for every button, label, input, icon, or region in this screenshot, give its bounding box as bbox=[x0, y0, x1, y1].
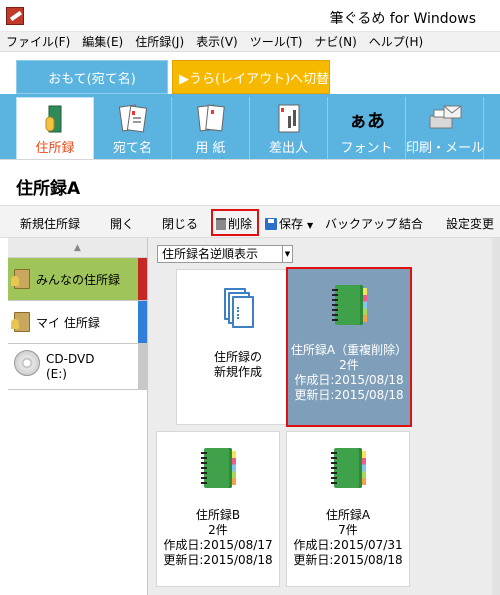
merge-button[interactable]: 結合 bbox=[399, 215, 423, 232]
card-updated: 更新日:2015/08/18 bbox=[294, 388, 404, 402]
card-count: 2件 bbox=[208, 523, 228, 537]
new-document-icon bbox=[218, 282, 258, 338]
ribbon-label-sender: 差出人 bbox=[268, 141, 308, 156]
address-book-icon bbox=[329, 281, 369, 337]
menu-edit[interactable]: 編集(E) bbox=[82, 33, 123, 50]
menu-navi[interactable]: ナビ(N) bbox=[314, 33, 356, 50]
ribbon-label-paper: 用 紙 bbox=[195, 141, 226, 156]
sidebar-label-everyone: みんなの住所録 bbox=[36, 272, 121, 287]
sidebar-item-cd-dvd[interactable]: CD-DVD (E:) bbox=[8, 344, 147, 390]
window-title: 筆ぐるめ for Windows bbox=[329, 11, 476, 27]
sidebar-item-my[interactable]: マイ 住所録 bbox=[8, 301, 147, 344]
sort-order-value: 住所録名逆順表示 bbox=[162, 247, 259, 261]
card-line: 住所録の bbox=[213, 350, 262, 364]
address-book-grid: 住所録名逆順表示 ▼ 住所録の 新規作成 住所録A（重複削除） 2件 作成日:2… bbox=[148, 238, 500, 595]
settings-button[interactable]: 設定変更 bbox=[446, 215, 494, 232]
printer-mail-icon bbox=[429, 105, 461, 129]
save-button[interactable]: 保存 ▼ bbox=[265, 215, 313, 232]
menu-tools[interactable]: ツール(T) bbox=[250, 33, 303, 50]
ribbon-print-mail-button[interactable]: 印刷・メール bbox=[406, 97, 484, 159]
font-icon: ぁあ bbox=[349, 111, 385, 132]
address-book-card-a-dedup[interactable]: 住所録A（重複削除） 2件 作成日:2015/08/18 更新日:2015/08… bbox=[286, 267, 412, 427]
paper-icon bbox=[196, 104, 225, 132]
disc-icon bbox=[14, 350, 40, 376]
card-created: 作成日:2015/08/18 bbox=[294, 373, 404, 387]
ribbon-sender-button[interactable]: 差出人 bbox=[250, 97, 328, 159]
card-count: 2件 bbox=[339, 358, 359, 372]
ribbon-label-addressee: 宛て名 bbox=[112, 141, 152, 156]
page-title: 住所録A bbox=[16, 179, 81, 199]
new-address-book-card[interactable]: 住所録の 新規作成 bbox=[176, 269, 300, 425]
card-created: 作成日:2015/08/17 bbox=[163, 538, 273, 552]
sidebar: ▲ みんなの住所録 マイ 住所録 CD-DVD (E:) bbox=[8, 238, 148, 595]
title-bar: 筆ぐるめ for Windows bbox=[0, 0, 500, 32]
card-title: 住所録A bbox=[325, 508, 371, 522]
menu-help[interactable]: ヘルプ(H) bbox=[369, 33, 423, 50]
sidebar-item-everyone[interactable]: みんなの住所録 bbox=[8, 258, 147, 301]
address-book-icon bbox=[45, 105, 62, 133]
save-dropdown-icon[interactable]: ▼ bbox=[307, 221, 313, 230]
chevron-down-icon: ▼ bbox=[282, 246, 292, 262]
vertical-scrollbar[interactable] bbox=[492, 238, 500, 595]
address-book-icon bbox=[328, 444, 368, 500]
toolbar: 新規住所録 開く 閉じる 削除 保存 ▼ バックアップ 結合 設定変更 bbox=[0, 205, 500, 238]
sort-order-select[interactable]: 住所録名逆順表示 ▼ bbox=[157, 245, 293, 263]
mode-bar: おもて(宛て名) ▶うら(レイアウト)へ切替 bbox=[0, 52, 500, 97]
address-book-icon bbox=[198, 444, 238, 500]
svg-text:ぁあ: ぁあ bbox=[349, 111, 385, 132]
my-address-book-icon bbox=[11, 312, 30, 332]
open-button[interactable]: 開く bbox=[110, 215, 134, 232]
delete-label: 削除 bbox=[228, 217, 253, 231]
card-title: 住所録A（重複削除） bbox=[290, 343, 408, 357]
sidebar-label-drive: (E:) bbox=[46, 367, 67, 381]
ribbon-address-book-button[interactable]: 住所録 bbox=[16, 97, 94, 159]
card-line: 新規作成 bbox=[213, 365, 262, 379]
app-icon bbox=[6, 7, 24, 25]
tab-front-address[interactable]: おもて(宛て名) bbox=[16, 60, 168, 94]
tab-switch-back-layout[interactable]: ▶うら(レイアウト)へ切替 bbox=[172, 60, 330, 94]
delete-button[interactable]: 削除 bbox=[216, 215, 252, 232]
sidebar-label-my: マイ 住所録 bbox=[36, 315, 100, 330]
card-count: 7件 bbox=[338, 523, 358, 537]
ribbon-label-font: フォント bbox=[340, 141, 393, 156]
menu-file[interactable]: ファイル(F) bbox=[6, 33, 70, 50]
address-book-card-b[interactable]: 住所録B 2件 作成日:2015/08/17 更新日:2015/08/18 bbox=[156, 431, 280, 587]
ribbon-paper-button[interactable]: 用 紙 bbox=[172, 97, 250, 159]
card-updated: 更新日:2015/08/18 bbox=[293, 553, 403, 567]
backup-button[interactable]: バックアップ bbox=[325, 215, 397, 232]
trash-icon bbox=[216, 218, 226, 230]
postcard-icon bbox=[118, 104, 147, 133]
sidebar-color-bar bbox=[138, 258, 147, 300]
ribbon-addressee-button[interactable]: 宛て名 bbox=[94, 97, 172, 159]
shared-address-book-icon bbox=[11, 269, 30, 289]
save-label: 保存 bbox=[279, 217, 304, 231]
menu-address-book[interactable]: 住所録(J) bbox=[135, 33, 184, 50]
sidebar-color-bar bbox=[138, 301, 147, 343]
floppy-icon bbox=[265, 218, 277, 230]
new-address-book-button[interactable]: 新規住所録 bbox=[20, 215, 80, 232]
sidebar-color-bar bbox=[138, 344, 147, 389]
ribbon-font-button[interactable]: ぁあ フォント bbox=[328, 97, 406, 159]
ribbon-label-address-book: 住所録 bbox=[35, 141, 75, 156]
menu-view[interactable]: 表示(V) bbox=[196, 33, 238, 50]
sidebar-label-cd-dvd: CD-DVD bbox=[46, 352, 95, 366]
close-button[interactable]: 閉じる bbox=[162, 215, 198, 232]
menu-bar: ファイル(F) 編集(E) 住所録(J) 表示(V) ツール(T) ナビ(N) … bbox=[0, 32, 500, 52]
card-title: 住所録B bbox=[195, 508, 241, 522]
address-book-card-a[interactable]: 住所録A 7件 作成日:2015/07/31 更新日:2015/08/18 bbox=[286, 431, 410, 587]
card-created: 作成日:2015/07/31 bbox=[293, 538, 403, 552]
sidebar-scroll-up[interactable]: ▲ bbox=[8, 238, 147, 258]
ribbon-label-print-mail: 印刷・メール bbox=[406, 141, 485, 156]
ribbon: 住所録 宛て名 用 紙 差出人 ぁあ フォント 印刷・メール bbox=[0, 97, 500, 159]
card-updated: 更新日:2015/08/18 bbox=[163, 553, 273, 567]
heading-row: 住所録A bbox=[0, 159, 500, 205]
sender-card-icon bbox=[278, 104, 299, 133]
